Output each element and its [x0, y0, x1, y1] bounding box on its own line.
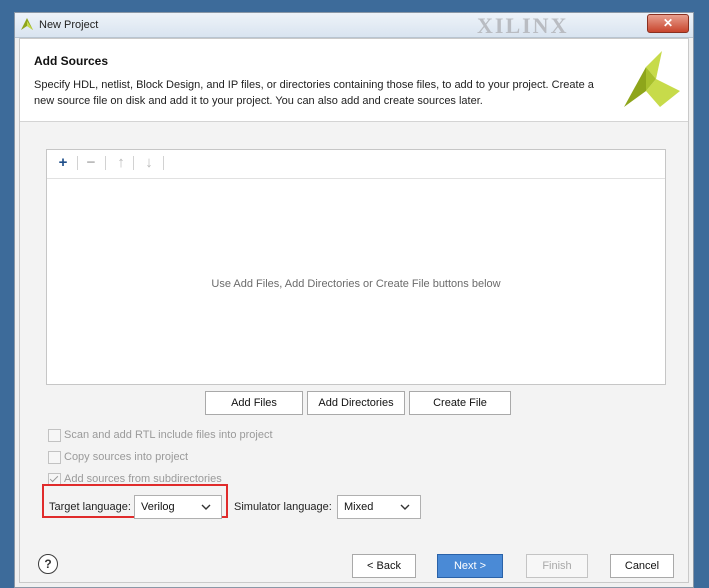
toolbar-divider	[105, 156, 106, 170]
add-directories-button[interactable]: Add Directories	[307, 391, 405, 415]
toolbar-divider	[163, 156, 164, 170]
chevron-down-icon	[400, 504, 410, 510]
empty-sources-message: Use Add Files, Add Directories or Create…	[211, 278, 501, 290]
create-file-button[interactable]: Create File	[409, 391, 511, 415]
simulator-language-label: Simulator language:	[234, 501, 332, 513]
move-down-icon[interactable]: ↓	[141, 155, 157, 171]
page-title: Add Sources	[34, 54, 109, 68]
target-language-label: Target language:	[49, 501, 131, 513]
toolbar-divider	[77, 156, 78, 170]
scan-rtl-include-checkbox[interactable]	[48, 429, 61, 442]
target-language-select[interactable]: Verilog	[134, 495, 222, 519]
toolbar-divider	[133, 156, 134, 170]
cancel-button[interactable]: Cancel	[610, 554, 674, 578]
page-description: Specify HDL, netlist, Block Design, and …	[34, 79, 594, 107]
wizard-header: Add Sources Specify HDL, netlist, Block …	[20, 39, 688, 122]
copy-sources-label: Copy sources into project	[64, 451, 189, 463]
chevron-down-icon	[201, 504, 211, 510]
vivado-app-icon	[21, 18, 33, 30]
close-button[interactable]: ✕	[647, 14, 689, 33]
remove-icon[interactable]: −	[83, 155, 99, 171]
target-language-value: Verilog	[141, 501, 175, 513]
sources-panel: + − ↑ ↓ Use Add Files, Add Directories o…	[46, 149, 666, 385]
scan-rtl-include-label: Scan and add RTL include files into proj…	[64, 429, 273, 441]
back-button[interactable]: < Back	[352, 554, 416, 578]
finish-button[interactable]: Finish	[526, 554, 588, 578]
next-button[interactable]: Next >	[437, 554, 503, 578]
copy-sources-checkbox[interactable]	[48, 451, 61, 464]
add-icon[interactable]: +	[55, 155, 71, 171]
wizard-content: Add Sources Specify HDL, netlist, Block …	[19, 38, 689, 583]
new-project-window: New Project XILINX ✕ Add Sources Specify…	[14, 12, 694, 588]
window-title: New Project	[39, 19, 99, 31]
xilinx-logo-icon	[624, 51, 680, 107]
help-icon[interactable]: ?	[38, 554, 58, 574]
title-bar: New Project XILINX ✕	[15, 13, 693, 38]
simulator-language-value: Mixed	[344, 501, 374, 513]
xilinx-watermark: XILINX	[477, 13, 569, 38]
sources-toolbar: + − ↑ ↓	[47, 150, 665, 179]
move-up-icon[interactable]: ↑	[113, 155, 129, 171]
add-files-button[interactable]: Add Files	[205, 391, 303, 415]
simulator-language-select[interactable]: Mixed	[337, 495, 421, 519]
